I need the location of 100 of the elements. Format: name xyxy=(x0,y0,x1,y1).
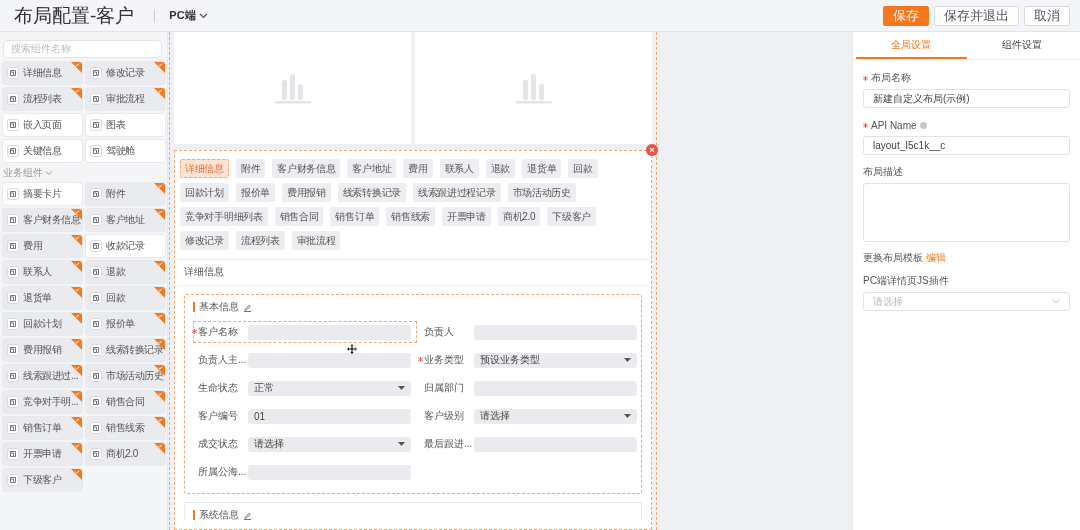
component-card[interactable]: 图表 xyxy=(86,114,165,136)
component-tab[interactable]: 回款 xyxy=(568,159,598,178)
input-field[interactable]: layout_I5c1k__c xyxy=(863,136,1070,155)
component-icon xyxy=(90,240,102,252)
header-button[interactable]: 取消 xyxy=(1024,5,1070,26)
component-icon xyxy=(7,422,19,434)
component-tab[interactable]: 市场活动历史 xyxy=(507,183,576,202)
chart-placeholder[interactable] xyxy=(174,32,411,144)
component-tab[interactable]: 报价单 xyxy=(235,183,275,202)
component-tab[interactable]: 附件 xyxy=(235,159,266,178)
select-field[interactable]: 预设业务类型 xyxy=(474,352,637,368)
component-tab[interactable]: 退货单 xyxy=(522,159,562,178)
field-label: 客户级别 xyxy=(424,409,465,423)
input-field[interactable]: 01 xyxy=(248,408,411,424)
component-tab[interactable]: 回款计划 xyxy=(180,183,229,202)
settings-tab[interactable]: 组件设置 xyxy=(966,32,1077,59)
component-tab[interactable]: 联系人 xyxy=(439,159,479,178)
field-label: 负责人 xyxy=(424,325,455,339)
component-tab[interactable]: 销售合同 xyxy=(274,207,324,226)
component-tab[interactable]: 销售线索 xyxy=(386,207,436,226)
component-card[interactable]: 市场活动历史 xyxy=(86,365,165,387)
component-card[interactable]: 收款记录 xyxy=(86,235,165,257)
check-corner-icon xyxy=(71,365,82,376)
component-card[interactable]: 销售线索 xyxy=(86,417,165,439)
component-card[interactable]: 退货单 xyxy=(3,287,82,309)
move-icon xyxy=(347,344,357,354)
select-field[interactable]: 请选择 xyxy=(248,436,411,452)
component-card[interactable]: 销售订单 xyxy=(3,417,82,439)
component-card[interactable]: 开票申请 xyxy=(3,443,82,465)
component-tab[interactable]: 流程列表 xyxy=(235,231,285,250)
field-label: 业务类型 xyxy=(424,353,474,367)
component-card[interactable]: 审批流程 xyxy=(86,88,165,110)
component-tab[interactable]: 客户地址 xyxy=(347,159,397,178)
check-corner-icon xyxy=(154,391,165,402)
input-field[interactable]: 新建自定义布局(示例) xyxy=(863,89,1070,108)
select-field[interactable]: 请选择 xyxy=(474,408,637,424)
template-label: 更换布局模板 xyxy=(863,252,923,263)
component-card[interactable]: 摘要卡片 xyxy=(3,183,82,205)
component-card[interactable]: 下级客户 xyxy=(3,469,82,491)
component-card[interactable]: 关键信息 xyxy=(3,140,82,162)
component-icon xyxy=(90,188,102,200)
component-card[interactable]: 修改记录 xyxy=(86,62,165,84)
component-icon xyxy=(7,240,19,252)
component-icon xyxy=(90,370,102,382)
input-field[interactable] xyxy=(248,352,411,368)
component-tab[interactable]: 退款 xyxy=(485,159,516,178)
component-icon xyxy=(7,93,19,105)
textarea-field[interactable] xyxy=(863,183,1070,242)
component-card[interactable]: 线索跟进过... xyxy=(3,365,82,387)
component-tab[interactable]: 审批流程 xyxy=(291,231,341,250)
component-tab[interactable]: 线索转换记录 xyxy=(337,183,406,202)
component-tab[interactable]: 销售订单 xyxy=(330,207,380,226)
component-card[interactable]: 报价单 xyxy=(86,313,165,335)
header-button[interactable]: 保存并退出 xyxy=(934,5,1019,26)
component-card[interactable]: 费用 xyxy=(3,235,82,257)
component-icon xyxy=(7,119,19,131)
component-tab[interactable]: 费用 xyxy=(403,159,433,178)
edit-icon[interactable] xyxy=(243,302,252,312)
field-label: 生命状态 xyxy=(198,381,239,395)
component-tab[interactable]: 开票申请 xyxy=(442,207,491,226)
field-label: 所属公海... xyxy=(198,465,248,479)
help-icon[interactable] xyxy=(919,121,927,129)
component-card[interactable]: 嵌入页面 xyxy=(3,114,82,136)
check-corner-icon xyxy=(154,313,165,324)
bar-chart-icon xyxy=(513,72,554,104)
component-card[interactable]: 费用报销 xyxy=(3,339,82,361)
component-card[interactable]: 流程列表 xyxy=(3,88,82,110)
component-icon xyxy=(7,266,19,278)
component-tab[interactable]: 修改记录 xyxy=(180,231,229,250)
component-card[interactable]: 客户财务信息 xyxy=(3,209,82,231)
detail-component[interactable] xyxy=(174,150,652,530)
component-icon xyxy=(90,396,102,408)
component-card[interactable]: 附件 xyxy=(86,183,165,205)
component-tab[interactable]: 客户财务信息 xyxy=(272,159,341,178)
check-corner-icon xyxy=(154,183,165,194)
component-card[interactable]: 客户地址 xyxy=(86,209,165,231)
component-icon xyxy=(7,474,19,486)
component-card[interactable]: 竞争对手明... xyxy=(3,391,82,413)
close-button[interactable] xyxy=(646,144,658,156)
component-card[interactable]: 商机2.0 xyxy=(86,443,165,465)
platform-dropdown[interactable]: PC端 xyxy=(169,8,208,23)
component-card[interactable]: 详细信息 xyxy=(3,62,82,84)
component-card[interactable]: 回款 xyxy=(86,287,165,309)
chevron-down-icon xyxy=(198,12,208,19)
component-icon xyxy=(90,318,102,330)
component-tab[interactable]: 下级客户 xyxy=(547,207,597,226)
component-card[interactable]: 退款 xyxy=(86,261,165,283)
component-card[interactable]: 销售合同 xyxy=(86,391,165,413)
component-card[interactable]: 回款计划 xyxy=(3,313,82,335)
component-card[interactable]: 驾驶舱 xyxy=(86,140,165,162)
component-card[interactable]: 联系人 xyxy=(3,261,82,283)
component-tab[interactable]: 线索跟进过程记录 xyxy=(412,183,501,202)
select-field[interactable]: 正常 xyxy=(248,380,411,396)
component-icon xyxy=(90,422,102,434)
component-tab[interactable]: 竞争对手明细列表 xyxy=(180,207,268,226)
component-card[interactable]: 线索转换记录 xyxy=(86,339,165,361)
component-tab[interactable]: 费用报销 xyxy=(281,183,331,202)
component-tab[interactable]: 商机2.0 xyxy=(497,207,541,226)
field-label: 负责人主... xyxy=(198,353,248,367)
edit-icon[interactable] xyxy=(243,510,252,520)
